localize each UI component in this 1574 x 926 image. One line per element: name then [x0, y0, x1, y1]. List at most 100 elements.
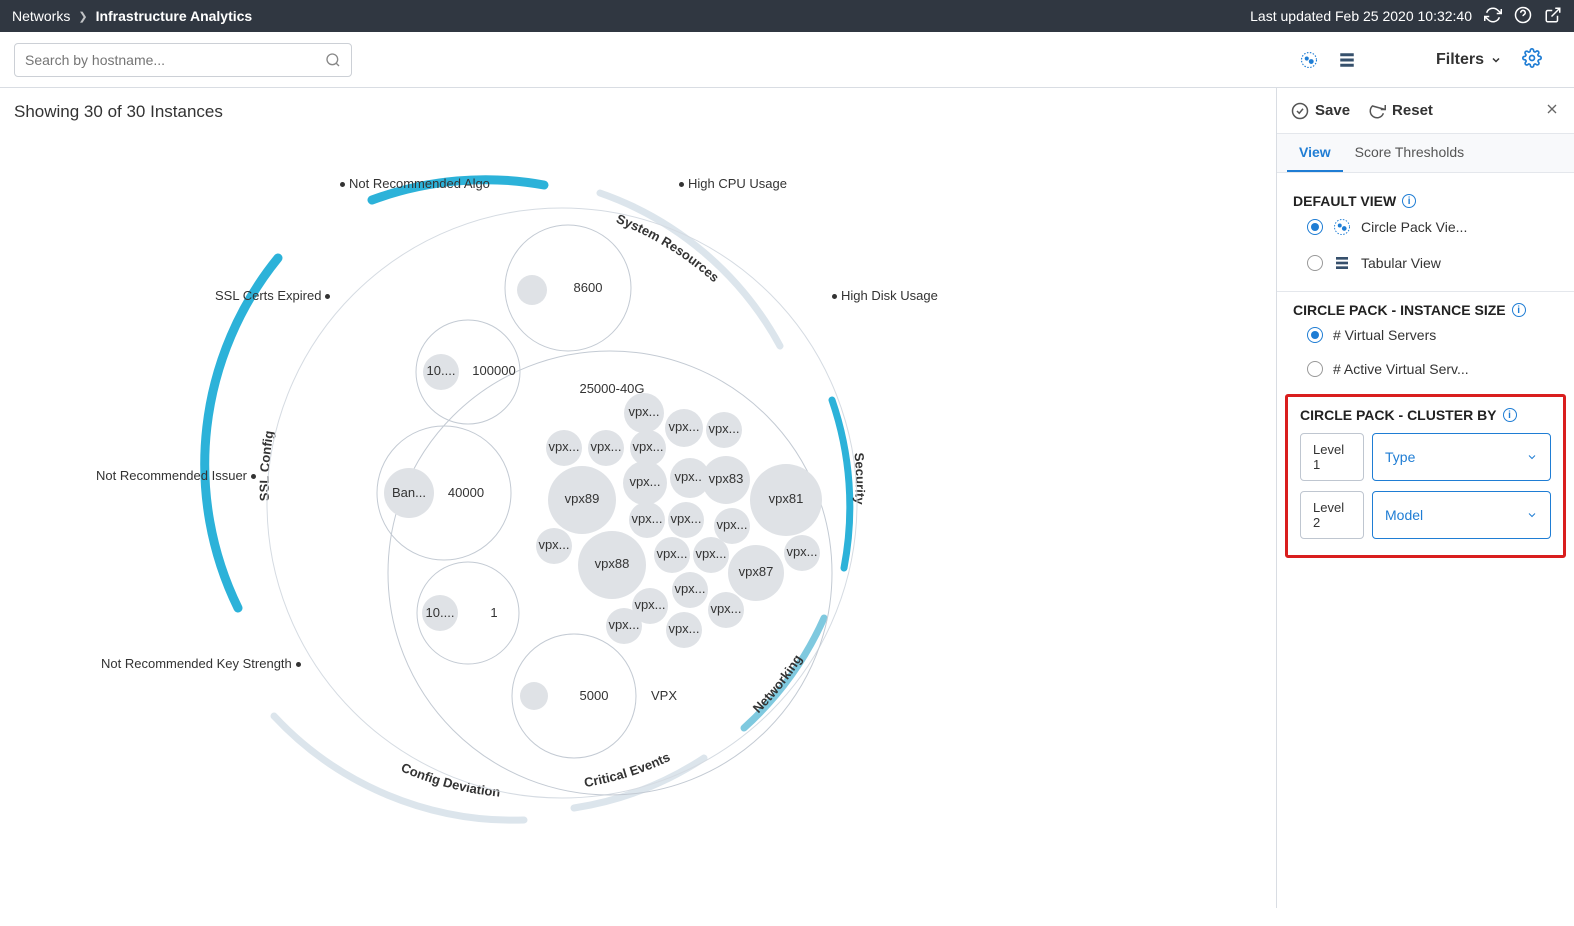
- circlepack-icon: [1333, 218, 1351, 236]
- svg-text:vpx83: vpx83: [709, 471, 744, 486]
- radio-icon: [1307, 361, 1323, 377]
- refresh-icon[interactable]: [1484, 6, 1502, 27]
- circlepack-view-icon[interactable]: [1300, 51, 1318, 69]
- svg-text:vpx...: vpx...: [786, 544, 817, 559]
- bubble-5000[interactable]: 5000: [512, 634, 636, 758]
- label-high-cpu: High CPU Usage: [679, 176, 787, 191]
- radio-circle-pack[interactable]: Circle Pack Vie...: [1293, 209, 1558, 245]
- radio-icon: [1307, 255, 1323, 271]
- chevron-right-icon: ❯: [78, 10, 87, 23]
- section-instance-size: CIRCLE PACK - INSTANCE SIZEi: [1293, 302, 1558, 318]
- svg-text:vpx...: vpx...: [590, 439, 621, 454]
- radio-tabular[interactable]: Tabular View: [1293, 245, 1558, 281]
- label-not-rec-algo: Not Recommended Algo: [340, 176, 490, 191]
- chevron-down-icon: [1526, 509, 1538, 521]
- label-not-rec-key: Not Recommended Key Strength: [101, 656, 305, 671]
- vpx-cluster[interactable]: vpx... vpx... vpx... vpx... vpx... vpx..…: [536, 393, 822, 648]
- svg-text:vpx...: vpx...: [668, 621, 699, 636]
- search-input[interactable]: [25, 52, 325, 68]
- svg-text:10....: 10....: [426, 605, 455, 620]
- table-icon: [1333, 254, 1351, 272]
- filters-button[interactable]: Filters: [1436, 51, 1502, 69]
- tab-view[interactable]: View: [1287, 134, 1343, 172]
- section-default-view: DEFAULT VIEWi: [1293, 193, 1558, 209]
- label-ssl-expired: SSL Certs Expired: [215, 288, 334, 303]
- breadcrumb: Networks ❯ Infrastructure Analytics: [12, 8, 252, 24]
- settings-icon[interactable]: [1522, 48, 1542, 71]
- radio-virtual-servers[interactable]: # Virtual Servers: [1293, 318, 1558, 352]
- toolbar: Filters: [0, 32, 1574, 88]
- check-circle-icon: [1291, 102, 1309, 120]
- info-icon[interactable]: i: [1402, 194, 1416, 208]
- bubble-8600[interactable]: 8600: [505, 225, 631, 351]
- label-not-rec-issuer: Not Recommended Issuer: [96, 468, 260, 483]
- svg-text:vpx...: vpx...: [631, 511, 662, 526]
- svg-text:vpx...: vpx...: [629, 474, 660, 489]
- svg-text:vpx...: vpx...: [538, 537, 569, 552]
- svg-text:vpx...: vpx...: [695, 546, 726, 561]
- radio-label: # Virtual Servers: [1333, 327, 1436, 343]
- reset-button[interactable]: Reset: [1368, 102, 1433, 120]
- chevron-down-icon: [1526, 451, 1538, 463]
- save-button[interactable]: Save: [1291, 102, 1350, 120]
- filters-label: Filters: [1436, 51, 1484, 69]
- svg-text:8600: 8600: [574, 280, 603, 295]
- svg-text:100000: 100000: [472, 363, 515, 378]
- tab-score-thresholds[interactable]: Score Thresholds: [1343, 134, 1476, 172]
- search-input-wrap[interactable]: [14, 43, 352, 77]
- svg-text:vpx...: vpx...: [668, 419, 699, 434]
- reset-icon: [1368, 102, 1386, 120]
- radio-label: Circle Pack Vie...: [1361, 219, 1467, 235]
- radio-icon: [1307, 327, 1323, 343]
- bubble-40000[interactable]: Ban... 40000: [377, 426, 511, 560]
- radio-icon: [1307, 219, 1323, 235]
- svg-text:vpx87: vpx87: [739, 564, 774, 579]
- svg-text:5000: 5000: [580, 688, 609, 703]
- help-icon[interactable]: [1514, 6, 1532, 27]
- svg-text:Ban...: Ban...: [392, 485, 426, 500]
- filters-panel: Save Reset View Score Thresholds DEFAULT…: [1276, 88, 1574, 908]
- cluster-label-vpx: VPX: [651, 688, 677, 703]
- svg-text:vpx81: vpx81: [769, 491, 804, 506]
- popout-icon[interactable]: [1544, 6, 1562, 27]
- main-canvas: Showing 30 of 30 Instances Not Recommend…: [0, 88, 1276, 908]
- svg-text:vpx...: vpx...: [656, 546, 687, 561]
- close-panel-icon[interactable]: [1544, 101, 1560, 120]
- svg-text:vpx...: vpx...: [628, 404, 659, 419]
- svg-text:vpx88: vpx88: [595, 556, 630, 571]
- section-title: CIRCLE PACK - CLUSTER BY: [1300, 407, 1497, 423]
- svg-text:vpx...: vpx...: [710, 601, 741, 616]
- chevron-down-icon: [1490, 54, 1502, 66]
- info-icon[interactable]: i: [1503, 408, 1517, 422]
- level2-select[interactable]: Model: [1372, 491, 1551, 539]
- svg-text:vpx...: vpx...: [708, 421, 739, 436]
- svg-text:1: 1: [490, 605, 497, 620]
- level1-select[interactable]: Type: [1372, 433, 1551, 481]
- level1-label: Level 1: [1300, 433, 1364, 481]
- top-bar: Networks ❯ Infrastructure Analytics Last…: [0, 0, 1574, 32]
- radio-label: # Active Virtual Serv...: [1333, 361, 1469, 377]
- arc-label-networking: Networking: [750, 652, 805, 716]
- cluster-label-25000: 25000-40G: [579, 381, 644, 396]
- radio-label: Tabular View: [1361, 255, 1441, 271]
- cluster-by-section: CIRCLE PACK - CLUSTER BY i Level 1 Type L…: [1285, 394, 1566, 558]
- result-count: Showing 30 of 30 Instances: [14, 102, 1276, 122]
- radio-active-virtual-servers[interactable]: # Active Virtual Serv...: [1293, 352, 1558, 386]
- svg-text:vpx...: vpx...: [548, 439, 579, 454]
- svg-text:40000: 40000: [448, 485, 484, 500]
- table-view-icon[interactable]: [1338, 51, 1356, 69]
- search-icon: [325, 52, 341, 68]
- last-updated-text: Last updated Feb 25 2020 10:32:40: [1250, 8, 1472, 24]
- label-high-disk: High Disk Usage: [832, 288, 938, 303]
- breadcrumb-networks[interactable]: Networks: [12, 8, 70, 24]
- svg-text:vpx89: vpx89: [565, 491, 600, 506]
- bubble-1[interactable]: 10.... 1: [417, 562, 519, 664]
- info-icon[interactable]: i: [1512, 303, 1526, 317]
- circle-pack-viz[interactable]: Not Recommended Algo High CPU Usage SSL …: [14, 128, 934, 908]
- bubble-100000[interactable]: 10.... 100000: [416, 320, 520, 424]
- svg-text:vpx...: vpx...: [608, 617, 639, 632]
- breadcrumb-current: Infrastructure Analytics: [96, 8, 253, 24]
- svg-text:vpx...: vpx...: [674, 581, 705, 596]
- svg-text:vpx...: vpx...: [670, 511, 701, 526]
- level2-label: Level 2: [1300, 491, 1364, 539]
